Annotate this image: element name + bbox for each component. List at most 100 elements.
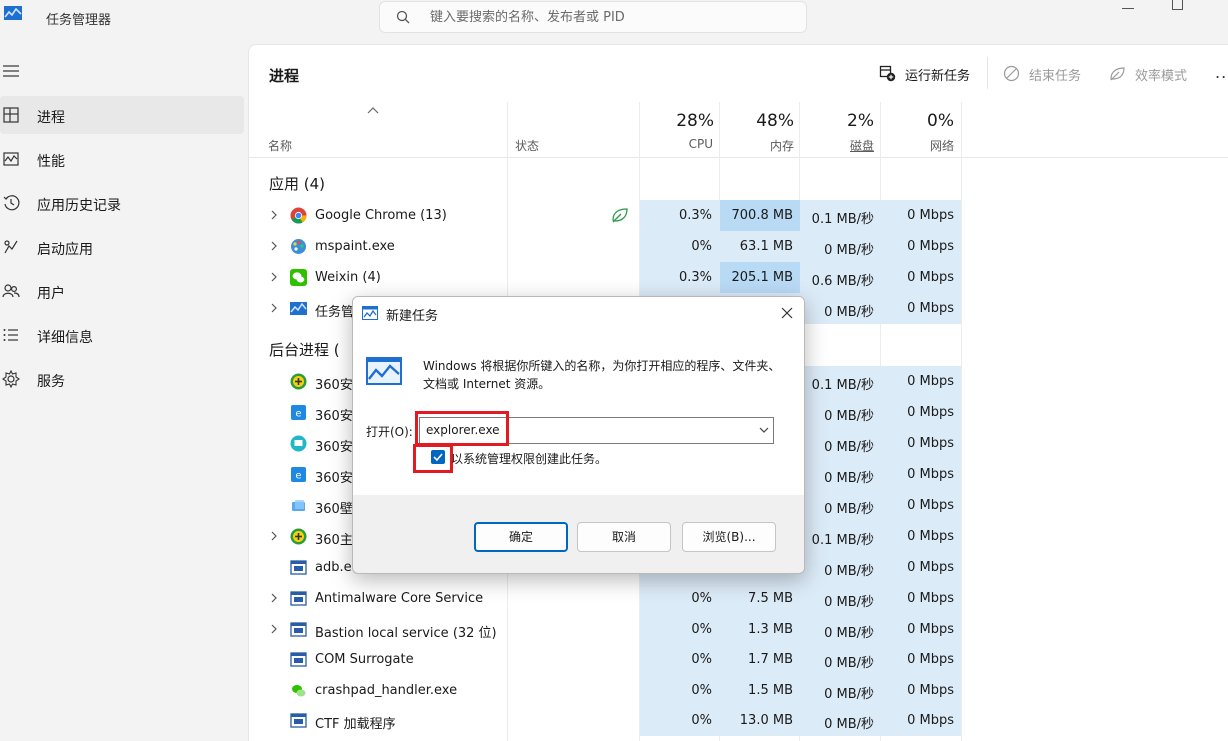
column-name[interactable]: 名称 — [268, 137, 292, 154]
process-name: CTF 加载程序 — [315, 717, 396, 732]
sidebar-item-startup-apps[interactable]: 启动应用 — [0, 228, 244, 266]
table-row[interactable]: COM Surrogate 0% 1.7 MB 0 MB/秒 0 Mbps — [249, 644, 961, 675]
disk-cell: 0 MB/秒 — [800, 490, 881, 521]
end-task-icon — [1003, 65, 1020, 82]
efficiency-mode-label: 效率模式 — [1135, 69, 1188, 84]
svg-text:e: e — [295, 471, 301, 482]
table-row[interactable]: CTF 加载程序 0% 13.0 MB 0 MB/秒 0 Mbps — [249, 705, 961, 736]
360-app-icon: e — [291, 467, 306, 482]
process-name: Bastion local service (32 位) — [315, 626, 497, 641]
table-row[interactable]: crashpad_handler.exe 0% 1.5 MB 0 MB/秒 0 … — [249, 675, 961, 706]
disk-cell: 0.1 MB/秒 — [800, 521, 881, 552]
expand-chevron-icon[interactable] — [270, 241, 278, 251]
disk-cell: 0 MB/秒 — [800, 614, 881, 645]
process-name: 360壁 — [315, 502, 353, 517]
minimize-icon[interactable] — [1122, 8, 1134, 9]
memory-cell: 13.0 MB — [720, 705, 800, 736]
column-network[interactable]: 网络 — [881, 137, 954, 154]
run-icon — [362, 306, 378, 320]
sidebar-item-processes[interactable]: 进程 — [0, 96, 244, 134]
memory-cell: 205.1 MB — [720, 262, 800, 293]
details-icon — [3, 329, 18, 341]
process-name: 360安 — [315, 378, 353, 393]
network-cell: 0 Mbps — [881, 200, 961, 231]
disk-cell: 0 MB/秒 — [800, 705, 881, 736]
new-task-dialog: 新建任务 Windows 将根据你所键入的名称，为你打开相应的程序、文件夹、文档… — [352, 296, 805, 574]
sidebar-item-label: 用户 — [37, 286, 65, 302]
run-new-task-icon — [879, 65, 896, 82]
table-row[interactable]: Antimalware Core Service 0% 7.5 MB 0 MB/… — [249, 583, 961, 614]
ok-button[interactable]: 确定 — [474, 522, 568, 552]
window-app-icon — [290, 713, 307, 728]
table-header: 名称 状态 28% CPU 48% 内存 2% 磁盘 0% 网络 — [249, 102, 1228, 158]
efficiency-mode-button[interactable]: 效率模式 — [1109, 63, 1205, 85]
360-tray-icon — [290, 435, 307, 452]
table-row[interactable]: mspaint.exe 0% 63.1 MB 0 MB/秒 0 Mbps — [249, 231, 961, 262]
process-name: crashpad_handler.exe — [315, 683, 458, 698]
cpu-total: 28% — [676, 111, 714, 131]
chevron-down-icon[interactable] — [759, 427, 769, 434]
window-app-icon — [290, 591, 307, 606]
expand-chevron-icon[interactable] — [270, 624, 278, 634]
process-name: 360安 — [315, 409, 353, 424]
disk-total: 2% — [847, 111, 874, 131]
360-safe-icon — [290, 528, 307, 545]
column-status[interactable]: 状态 — [515, 137, 539, 154]
more-options-button[interactable]: ... — [1215, 63, 1228, 82]
app-history-icon — [3, 195, 20, 211]
browse-button[interactable]: 浏览(B)... — [682, 522, 776, 552]
performance-icon — [3, 152, 19, 166]
expand-chevron-icon[interactable] — [270, 303, 278, 313]
disk-cell: 0.1 MB/秒 — [800, 366, 881, 397]
column-cpu[interactable]: CPU — [640, 137, 713, 151]
run-new-task-button[interactable]: 运行新任务 — [879, 63, 979, 85]
cpu-cell: 0% — [640, 583, 720, 614]
search-box[interactable] — [379, 1, 807, 33]
app-title: 任务管理器 — [46, 13, 112, 28]
memory-cell: 1.5 MB — [720, 675, 800, 706]
cancel-button[interactable]: 取消 — [577, 522, 671, 552]
memory-cell: 7.5 MB — [720, 583, 800, 614]
sidebar-item-users[interactable]: 用户 — [0, 272, 244, 310]
table-row[interactable]: Weixin (4) 0.3% 205.1 MB 0.6 MB/秒 0 Mbps — [249, 262, 961, 293]
column-disk[interactable]: 磁盘 — [800, 137, 874, 154]
expand-chevron-icon[interactable] — [270, 272, 278, 282]
expand-chevron-icon[interactable] — [270, 531, 278, 541]
expand-chevron-icon[interactable] — [270, 210, 278, 220]
cpu-cell: 0.3% — [640, 200, 720, 231]
network-total: 0% — [927, 111, 954, 131]
expand-chevron-icon[interactable] — [270, 593, 278, 603]
end-task-button[interactable]: 结束任务 — [1003, 63, 1093, 85]
sidebar-item-performance[interactable]: 性能 — [0, 140, 244, 178]
process-name: Antimalware Core Service — [315, 591, 484, 606]
360-safe-icon — [290, 373, 307, 390]
dialog-body: 新建任务 Windows 将根据你所键入的名称，为你打开相应的程序、文件夹、文档… — [353, 297, 804, 495]
window-app-icon — [290, 560, 307, 575]
end-task-label: 结束任务 — [1029, 69, 1082, 84]
table-row[interactable]: Bastion local service (32 位) 0% 1.3 MB 0… — [249, 614, 961, 645]
window-app-icon — [290, 652, 307, 667]
svg-text:e: e — [295, 409, 301, 420]
memory-total: 48% — [756, 111, 794, 131]
highlight-box — [413, 444, 453, 473]
network-cell: 0 Mbps — [881, 459, 961, 490]
sidebar-item-label: 服务 — [37, 374, 65, 390]
column-memory[interactable]: 内存 — [720, 137, 794, 154]
sidebar-item-services[interactable]: 服务 — [0, 360, 244, 398]
sidebar-item-label: 启动应用 — [37, 242, 93, 258]
network-cell: 0 Mbps — [881, 366, 961, 397]
search-input[interactable] — [430, 7, 790, 27]
search-icon — [396, 10, 410, 24]
sidebar: 进程 性能 应用历史记录 启动应用 用户 详细信息 服务 — [0, 40, 248, 741]
hamburger-menu-icon[interactable] — [2, 64, 20, 78]
sidebar-item-details[interactable]: 详细信息 — [0, 316, 244, 354]
sort-ascending-icon[interactable] — [367, 106, 379, 114]
network-cell: 0 Mbps — [881, 428, 961, 459]
disk-cell: 0 MB/秒 — [800, 231, 881, 262]
process-name: 360安 — [315, 440, 353, 455]
maximize-icon[interactable] — [1172, 0, 1183, 10]
sidebar-item-app-history[interactable]: 应用历史记录 — [0, 184, 244, 222]
admin-checkbox-label: 以系统管理权限创建此任务。 — [451, 452, 608, 466]
table-row[interactable]: Google Chrome (13) 0.3% 700.8 MB 0.1 MB/… — [249, 200, 961, 231]
close-icon[interactable] — [779, 305, 795, 321]
